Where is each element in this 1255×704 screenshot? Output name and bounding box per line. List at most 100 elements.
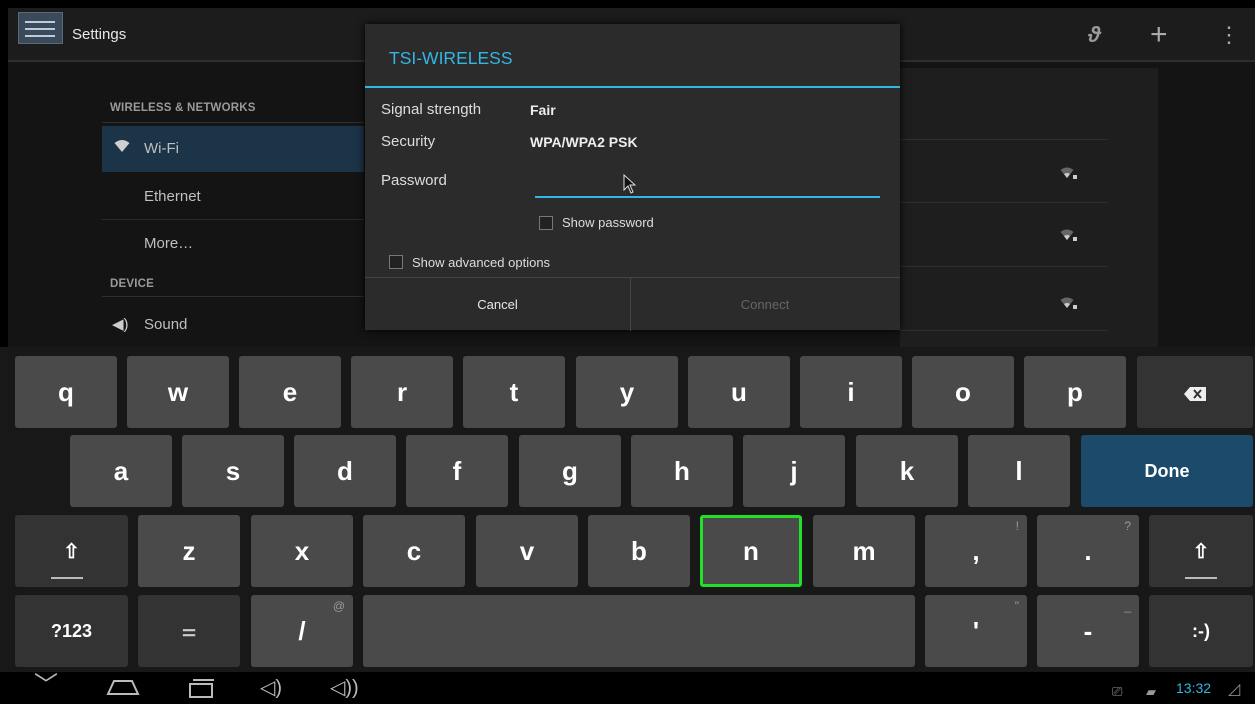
key-g[interactable]: g	[519, 435, 621, 507]
backspace-key[interactable]	[1137, 356, 1253, 428]
key-z[interactable]: z	[138, 515, 240, 587]
wifi-locked-icon	[1060, 166, 1078, 180]
wifi-icon	[114, 139, 130, 156]
key-dash[interactable]: - _	[1037, 595, 1139, 667]
recent-apps-icon[interactable]	[186, 678, 216, 703]
key-j[interactable]: j	[743, 435, 845, 507]
dialog-title: TSI-WIRELESS	[389, 48, 513, 68]
key-hint: "	[1014, 599, 1019, 613]
key-c[interactable]: c	[363, 515, 465, 587]
show-advanced-checkbox[interactable]	[389, 255, 403, 269]
speaker-icon: ◀)	[112, 316, 129, 333]
section-header-device: DEVICE	[110, 278, 155, 290]
key-apostrophe[interactable]: ' "	[925, 595, 1027, 667]
done-key[interactable]: Done	[1081, 435, 1253, 507]
volume-up-icon[interactable]: ◁))	[330, 676, 359, 700]
key-q[interactable]: q	[15, 356, 117, 428]
key-n[interactable]: n	[700, 515, 802, 587]
key-o[interactable]: o	[912, 356, 1014, 428]
sync-icon[interactable]: ϑ	[1088, 22, 1101, 48]
show-password-label: Show password	[562, 215, 654, 230]
key-y[interactable]: y	[576, 356, 678, 428]
sidebar-item-label: Sound	[144, 316, 188, 333]
key-label: ,	[972, 535, 980, 566]
sidebar-item-label: Wi-Fi	[144, 140, 179, 157]
signal-strength-label: Signal strength	[381, 101, 482, 118]
shift-icon: ⇧	[63, 540, 80, 563]
wifi-locked-icon	[1060, 296, 1078, 310]
key-e[interactable]: e	[239, 356, 341, 428]
shift-key-left[interactable]: ⇧	[15, 515, 128, 587]
key-comma[interactable]: , !	[925, 515, 1027, 587]
key-k[interactable]: k	[856, 435, 958, 507]
sidebar-item-more[interactable]: More…	[102, 221, 364, 267]
key-i[interactable]: i	[800, 356, 902, 428]
add-icon[interactable]: +	[1150, 20, 1168, 50]
volume-down-icon[interactable]: ◁)	[260, 676, 282, 700]
sidebar-item-sound[interactable]: ◀) Sound	[102, 302, 364, 348]
key-t[interactable]: t	[463, 356, 565, 428]
backspace-icon	[1184, 377, 1206, 408]
screen-status-icon: ⎚	[1112, 684, 1123, 699]
key-hint: !	[1015, 519, 1019, 533]
soft-keyboard: q w e r t y u i o p a s d f g h j k l Do…	[0, 347, 1255, 672]
settings-sliders-icon[interactable]	[18, 12, 63, 44]
key-l[interactable]: l	[968, 435, 1070, 507]
connect-button[interactable]: Connect	[632, 278, 898, 331]
password-input[interactable]	[535, 174, 880, 198]
sidebar-item-wifi[interactable]: Wi-Fi	[102, 126, 364, 172]
key-p[interactable]: p	[1024, 356, 1126, 428]
clock: 13:32	[1176, 680, 1212, 696]
keyboard-settings-icon: ⚌	[181, 623, 197, 640]
space-key[interactable]	[363, 595, 915, 667]
signal-icon: ◿	[1228, 681, 1241, 698]
key-period[interactable]: . ?	[1037, 515, 1139, 587]
key-slash[interactable]: / @	[251, 595, 353, 667]
key-x[interactable]: x	[251, 515, 353, 587]
signal-strength-value: Fair	[530, 102, 556, 118]
shift-icon: ⇧	[1192, 540, 1210, 563]
key-label: '	[972, 615, 980, 646]
key-m[interactable]: m	[813, 515, 915, 587]
password-label: Password	[381, 172, 447, 189]
wifi-network-list	[900, 68, 1158, 354]
key-v[interactable]: v	[476, 515, 578, 587]
symbols-key[interactable]: ?123	[15, 595, 128, 667]
dialog-button-bar: Cancel Connect	[365, 277, 900, 331]
section-header-wireless: WIRELESS & NETWORKS	[110, 102, 256, 114]
dialog-title-divider	[365, 86, 900, 88]
key-hint: _	[1124, 599, 1131, 613]
notification-icon: ▰	[1146, 684, 1156, 699]
key-label: /	[298, 615, 306, 646]
key-label: -	[1083, 615, 1093, 646]
keyboard-settings-key[interactable]: ⚌	[138, 595, 240, 667]
key-hint: ?	[1124, 519, 1131, 533]
key-a[interactable]: a	[70, 435, 172, 507]
key-w[interactable]: w	[127, 356, 229, 428]
key-d[interactable]: d	[294, 435, 396, 507]
wifi-connect-dialog: TSI-WIRELESS Signal strength Fair Securi…	[365, 24, 900, 331]
key-u[interactable]: u	[688, 356, 790, 428]
cancel-button[interactable]: Cancel	[365, 278, 631, 331]
key-h[interactable]: h	[631, 435, 733, 507]
key-f[interactable]: f	[406, 435, 508, 507]
key-s[interactable]: s	[182, 435, 284, 507]
overflow-menu-icon[interactable]: ⋮	[1218, 22, 1240, 48]
show-password-checkbox[interactable]	[539, 216, 553, 230]
security-value: WPA/WPA2 PSK	[530, 134, 638, 150]
smiley-key[interactable]: :-)	[1149, 595, 1253, 667]
app-title: Settings	[72, 26, 127, 43]
key-b[interactable]: b	[588, 515, 690, 587]
show-advanced-label: Show advanced options	[412, 255, 551, 270]
mouse-cursor-icon	[623, 173, 637, 199]
wifi-locked-icon	[1060, 228, 1078, 242]
key-label: .	[1084, 535, 1092, 566]
sidebar-item-label: Ethernet	[144, 188, 201, 205]
sidebar-item-ethernet[interactable]: Ethernet	[102, 174, 364, 220]
shift-key-right[interactable]: ⇧	[1149, 515, 1253, 587]
hide-keyboard-icon[interactable]: ﹀	[34, 674, 58, 698]
home-icon[interactable]	[106, 678, 140, 701]
sidebar-item-label: More…	[144, 235, 194, 252]
key-hint: @	[332, 599, 345, 613]
key-r[interactable]: r	[351, 356, 453, 428]
